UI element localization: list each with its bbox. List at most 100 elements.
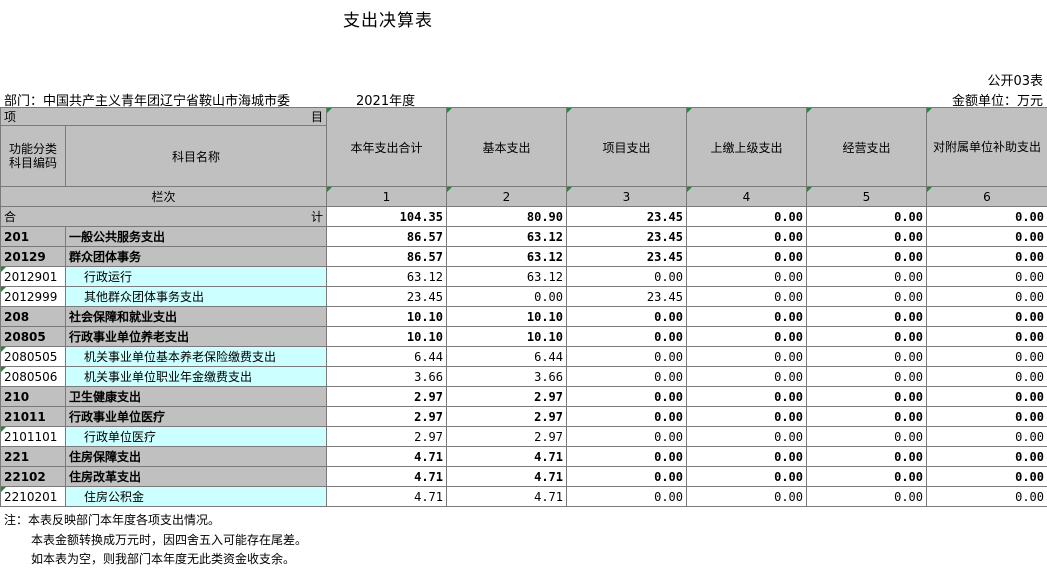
total-value: 0.00 xyxy=(926,206,1047,227)
row-subject-name: 社会保障和就业支出 xyxy=(65,306,327,327)
row-code: 21011 xyxy=(0,406,66,427)
row-value: 0.00 xyxy=(686,246,807,267)
row-code: 221 xyxy=(0,446,66,467)
row-value: 0.00 xyxy=(566,426,687,447)
row-subject-name: 住房保障支出 xyxy=(65,446,327,467)
row-value: 63.12 xyxy=(446,266,567,287)
header-lanci: 栏次 xyxy=(0,186,327,207)
row-value: 0.00 xyxy=(686,286,807,307)
row-value: 0.00 xyxy=(686,366,807,387)
row-code: 20129 xyxy=(0,246,66,267)
row-value: 10.10 xyxy=(326,326,447,347)
total-row: 合 计 104.35 80.90 23.45 0.00 0.00 0.00 xyxy=(0,206,1047,227)
row-value: 0.00 xyxy=(686,306,807,327)
row-value: 0.00 xyxy=(446,286,567,307)
row-value: 0.00 xyxy=(806,306,927,327)
row-value: 63.12 xyxy=(446,226,567,247)
row-value: 4.71 xyxy=(446,446,567,467)
table-row: 2210201 住房公积金 4.71 4.71 0.00 0.00 0.00 0.00 xyxy=(0,486,1047,507)
total-ji: 计 xyxy=(310,210,323,224)
col-num-3: 3 xyxy=(566,186,687,207)
row-value: 0.00 xyxy=(926,426,1047,447)
table-row: 208 社会保障和就业支出 10.10 10.10 0.00 0.00 0.00 0.00 xyxy=(0,306,1047,327)
row-value: 0.00 xyxy=(926,406,1047,427)
row-subject-name: 行政单位医疗 xyxy=(65,426,327,447)
row-value: 0.00 xyxy=(926,286,1047,307)
row-value: 0.00 xyxy=(566,446,687,467)
row-value: 23.45 xyxy=(566,286,687,307)
row-value: 0.00 xyxy=(806,406,927,427)
row-value: 0.00 xyxy=(566,326,687,347)
row-value: 4.71 xyxy=(446,466,567,487)
row-value: 2.97 xyxy=(326,426,447,447)
row-value: 3.66 xyxy=(326,366,447,387)
row-value: 0.00 xyxy=(686,486,807,507)
row-subject-name: 一般公共服务支出 xyxy=(65,226,327,247)
row-value: 0.00 xyxy=(566,386,687,407)
row-value: 0.00 xyxy=(806,246,927,267)
header-col-1: 本年支出合计 xyxy=(326,107,447,187)
total-value: 104.35 xyxy=(326,206,447,227)
row-value: 2.97 xyxy=(326,386,447,407)
total-value: 0.00 xyxy=(806,206,927,227)
row-value: 0.00 xyxy=(926,246,1047,267)
row-value: 0.00 xyxy=(686,466,807,487)
row-value: 0.00 xyxy=(926,446,1047,467)
row-value: 0.00 xyxy=(566,306,687,327)
note-1: 注：本表反映部门本年度各项支出情况。 xyxy=(4,513,221,527)
table-row: 210 卫生健康支出 2.97 2.97 0.00 0.00 0.00 0.00 xyxy=(0,386,1047,407)
total-value: 0.00 xyxy=(686,206,807,227)
row-value: 0.00 xyxy=(806,386,927,407)
footnotes: 注：本表反映部门本年度各项支出情况。 本表金额转换成万元时，因四舍五入可能存在尾… xyxy=(4,511,307,570)
header-subject-name: 科目名称 xyxy=(65,125,327,187)
row-value: 0.00 xyxy=(566,486,687,507)
row-value: 0.00 xyxy=(566,366,687,387)
row-value: 23.45 xyxy=(566,226,687,247)
row-value: 0.00 xyxy=(926,386,1047,407)
row-value: 3.66 xyxy=(446,366,567,387)
header-col-3: 项目支出 xyxy=(566,107,687,187)
row-value: 0.00 xyxy=(926,266,1047,287)
header-xiangmu-cell: 项 目 xyxy=(0,107,327,126)
row-code: 2012999 xyxy=(0,286,66,307)
row-value: 0.00 xyxy=(926,346,1047,367)
row-subject-name: 机关事业单位基本养老保险缴费支出 xyxy=(65,346,327,367)
row-value: 0.00 xyxy=(806,286,927,307)
row-value: 63.12 xyxy=(446,246,567,267)
row-value: 0.00 xyxy=(686,226,807,247)
row-value: 23.45 xyxy=(566,246,687,267)
header-col-4: 上缴上级支出 xyxy=(686,107,807,187)
header-col-2: 基本支出 xyxy=(446,107,567,187)
row-code: 2210201 xyxy=(0,486,66,507)
row-value: 0.00 xyxy=(806,366,927,387)
row-value: 4.71 xyxy=(446,486,567,507)
row-code: 2080505 xyxy=(0,346,66,367)
row-value: 0.00 xyxy=(806,426,927,447)
table-row: 22102 住房改革支出 4.71 4.71 0.00 0.00 0.00 0.00 xyxy=(0,466,1047,487)
row-value: 0.00 xyxy=(566,406,687,427)
row-value: 0.00 xyxy=(926,226,1047,247)
row-value: 4.71 xyxy=(326,486,447,507)
row-value: 0.00 xyxy=(686,406,807,427)
row-subject-name: 行政运行 xyxy=(65,266,327,287)
row-code: 22102 xyxy=(0,466,66,487)
row-value: 2.97 xyxy=(446,426,567,447)
report-title: 支出决算表 xyxy=(343,11,433,31)
row-value: 0.00 xyxy=(686,426,807,447)
total-he: 合 xyxy=(4,210,17,224)
row-value: 0.00 xyxy=(806,326,927,347)
row-value: 4.71 xyxy=(326,466,447,487)
row-value: 0.00 xyxy=(926,466,1047,487)
col-num-5: 5 xyxy=(806,186,927,207)
row-value: 0.00 xyxy=(566,266,687,287)
row-subject-name: 其他群众团体事务支出 xyxy=(65,286,327,307)
table-number: 公开03表 xyxy=(987,74,1043,89)
row-value: 0.00 xyxy=(806,266,927,287)
row-code: 208 xyxy=(0,306,66,327)
row-value: 23.45 xyxy=(326,286,447,307)
row-value: 0.00 xyxy=(806,486,927,507)
table-row: 2080506 机关事业单位职业年金缴费支出 3.66 3.66 0.00 0.00 0.0… xyxy=(0,366,1047,387)
row-value: 4.71 xyxy=(326,446,447,467)
note-2: 本表金额转换成万元时，因四舍五入可能存在尾差。 xyxy=(31,532,308,547)
table-row: 2101101 行政单位医疗 2.97 2.97 0.00 0.00 0.00 0.00 xyxy=(0,426,1047,447)
